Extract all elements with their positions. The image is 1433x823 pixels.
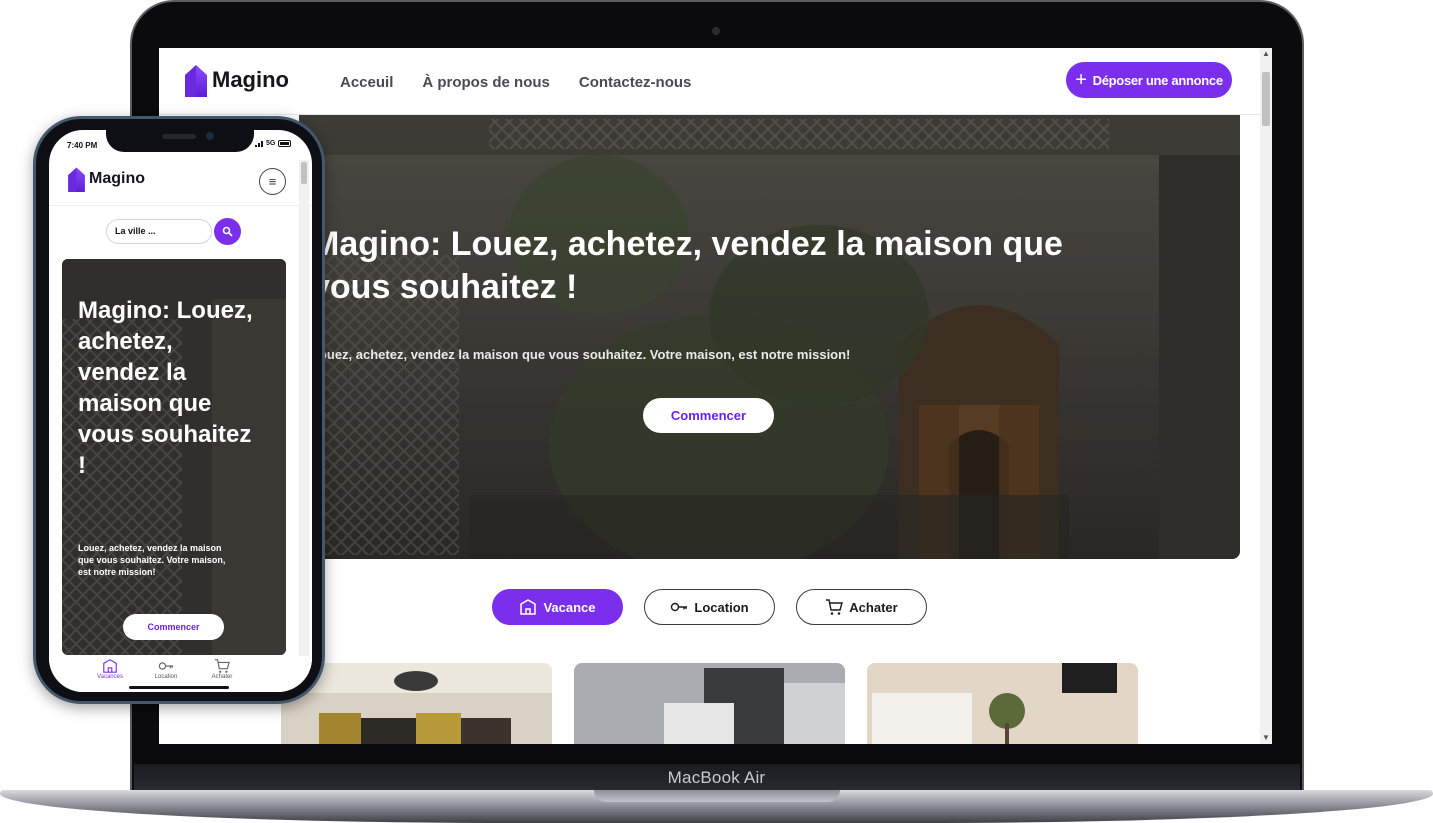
notch-speaker: [162, 134, 196, 139]
logo-house-icon: [68, 167, 85, 192]
key-icon: [158, 662, 174, 670]
nav-link-about[interactable]: À propos de nous: [422, 74, 550, 91]
post-listing-button[interactable]: + Déposer une annonce: [1066, 62, 1232, 98]
tab-location[interactable]: Location: [644, 589, 775, 625]
mobile-tab-vacances[interactable]: Vacances: [92, 656, 128, 692]
search-button[interactable]: [214, 218, 241, 245]
listing-cards: [281, 663, 1138, 744]
status-indicators: 5G: [255, 140, 292, 147]
hero-banner: Magino: Louez, achetez, vendez la maison…: [299, 115, 1240, 559]
battery-icon: [278, 140, 292, 147]
scroll-up-arrow-icon[interactable]: ▲: [1260, 48, 1272, 60]
nav-link-home[interactable]: Acceuil: [340, 74, 393, 91]
search-icon: [222, 226, 233, 237]
hero-background-image: [299, 115, 1240, 559]
desktop-screen: Magino Acceuil À propos de nous Contacte…: [159, 48, 1272, 744]
mobile-hero-title: Magino: Louez, achetez, vendez la maison…: [78, 297, 253, 479]
signal-icon: [255, 140, 263, 147]
mobile-logo[interactable]: Magino: [68, 166, 145, 192]
listing-card[interactable]: [281, 663, 552, 744]
mobile-hero-subtitle: Louez, achetez, vendez la maison que vou…: [78, 543, 226, 577]
category-tabs: Vacance Location Achater: [492, 589, 927, 625]
cart-icon: [214, 659, 230, 673]
mobile-scrollbar[interactable]: [299, 160, 309, 680]
mobile-hero-start-button[interactable]: Commencer: [123, 614, 224, 640]
house-icon: [520, 599, 537, 615]
hero-title: Magino: Louez, achetez, vendez la maison…: [311, 225, 1063, 306]
scroll-thumb[interactable]: [1262, 72, 1270, 126]
home-indicator: [129, 686, 229, 689]
mobile-hero-banner: Magino: Louez, achetez, vendez la maison…: [62, 259, 286, 655]
house-icon: [103, 659, 117, 673]
hero-start-button[interactable]: Commencer: [643, 398, 774, 433]
desktop-navbar: Magino Acceuil À propos de nous Contacte…: [159, 48, 1260, 115]
scroll-down-arrow-icon[interactable]: ▼: [1260, 732, 1272, 744]
plus-icon: +: [1075, 69, 1087, 91]
mobile-screen: 7:40 PM 5G Magino ≡ La ville ... Magino:…: [49, 130, 312, 692]
post-listing-label: Déposer une annonce: [1092, 72, 1223, 88]
cart-icon: [826, 599, 844, 615]
phone-notch: [106, 130, 254, 152]
city-search-input[interactable]: La ville ...: [106, 219, 212, 244]
tab-vacance[interactable]: Vacance: [492, 589, 623, 625]
tab-achater-label: Achater: [849, 599, 898, 615]
tab-achater[interactable]: Achater: [796, 589, 927, 625]
listing-photo: [574, 663, 845, 744]
laptop-camera: [712, 27, 720, 35]
mobile-tab-location-label: Location: [154, 674, 178, 680]
listing-photo: [867, 663, 1138, 744]
mobile-tab-vacances-label: Vacances: [97, 674, 123, 680]
hamburger-menu-icon[interactable]: ≡: [259, 168, 286, 195]
mobile-brand-name: Magino: [89, 170, 145, 187]
listing-photo: [281, 663, 552, 744]
tab-vacance-label: Vacance: [543, 599, 596, 615]
mobile-tab-achater-label: Achater: [211, 674, 233, 680]
mobile-scroll-thumb[interactable]: [301, 162, 307, 184]
tab-location-label: Location: [694, 599, 749, 615]
desktop-logo[interactable]: Magino: [185, 63, 289, 97]
laptop-brand-label: MacBook Air: [667, 768, 766, 787]
listing-card[interactable]: [574, 663, 845, 744]
nav-link-contact[interactable]: Contactez-nous: [579, 74, 692, 91]
brand-name: Magino: [212, 67, 289, 92]
nav-links: Acceuil À propos de nous Contactez-nous: [340, 74, 691, 91]
listing-card[interactable]: [867, 663, 1138, 744]
hero-subtitle: Louez, achetez, vendez la maison que vou…: [311, 347, 851, 362]
status-time: 7:40 PM: [67, 141, 98, 150]
logo-house-icon: [185, 65, 207, 97]
notch-camera: [206, 132, 214, 140]
mobile-header: Magino ≡: [49, 154, 312, 206]
key-icon: [671, 602, 688, 612]
laptop-hinge-notch: [594, 790, 840, 802]
network-label: 5G: [266, 140, 276, 147]
desktop-scrollbar[interactable]: ▲ ▼: [1260, 48, 1272, 744]
